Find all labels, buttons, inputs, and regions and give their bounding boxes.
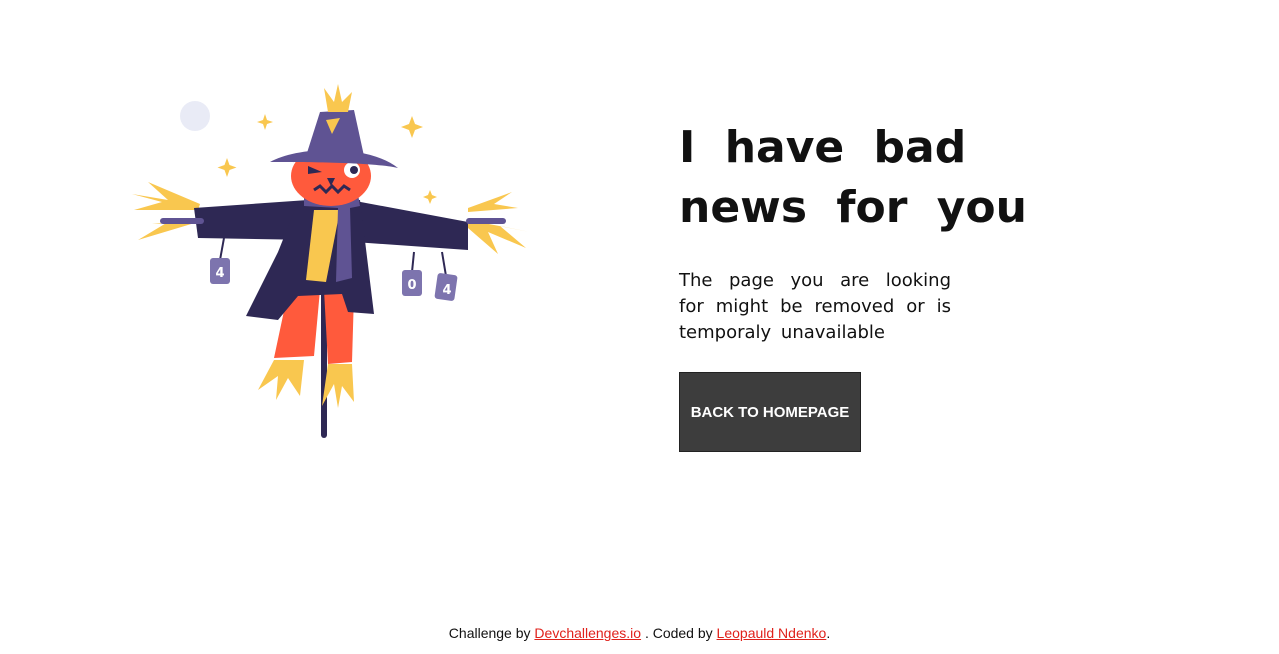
sparkle-icon (217, 158, 237, 177)
sparkle-icon (401, 116, 423, 138)
error-description: The page you are looking for might be re… (679, 270, 951, 343)
error-page: 4 0 4 I have bad news for you The page y… (0, 0, 1279, 654)
coat-right-arm (350, 200, 468, 250)
footer-prefix: Challenge by (448, 625, 531, 641)
hat-straw (324, 84, 352, 112)
footer-suffix: . (826, 625, 831, 641)
page-title: I have bad news for you (679, 122, 1027, 233)
devchallenges-link[interactable]: Devchallenges.io (534, 625, 641, 641)
author-link[interactable]: Leopauld Ndenko (717, 625, 827, 641)
error-content: I have bad news for you The page you are… (679, 118, 1099, 452)
sparkle-icon (423, 190, 437, 204)
can-left-label: 4 (215, 266, 224, 281)
can-middle-label: 0 (407, 278, 416, 293)
back-to-homepage-button[interactable]: BACK TO HOMEPAGE (679, 372, 861, 452)
footer: Challenge by Devchallenges.io . Coded by… (0, 625, 1279, 641)
scarecrow-illustration: 4 0 4 (132, 84, 530, 438)
left-hand-straw (132, 182, 200, 240)
moon-icon (180, 101, 210, 131)
can-right-label: 4 (442, 283, 451, 298)
footer-middle: . Coded by (644, 625, 713, 641)
sparkle-icon (257, 114, 273, 130)
